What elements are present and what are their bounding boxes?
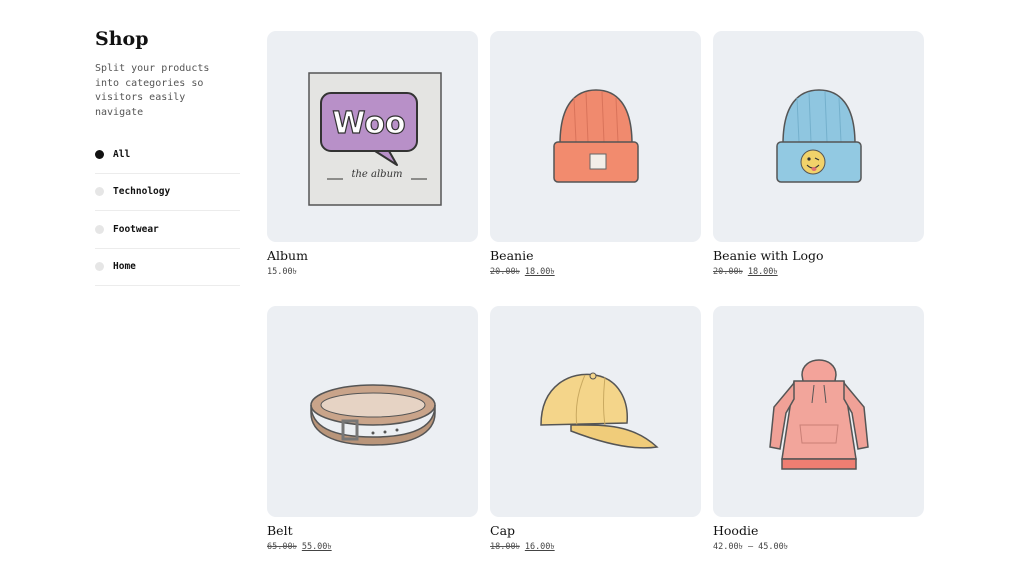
beanie-image-icon	[552, 88, 639, 183]
original-price: 18.00৳	[490, 542, 520, 552]
product-price: 18.00৳ 16.00৳	[490, 541, 701, 553]
product-price: 20.00৳ 18.00৳	[490, 266, 701, 278]
product-image-belt[interactable]	[267, 306, 478, 517]
product-image-beanie-with-logo[interactable]	[713, 31, 924, 242]
product-title[interactable]: Cap	[490, 523, 701, 539]
radio-dot-icon	[95, 262, 104, 272]
svg-text:Woo: Woo	[332, 106, 405, 141]
product-card-hoodie: Hoodie 42.00৳ – 45.00৳	[713, 306, 924, 553]
product-card-cap: Cap 18.00৳ 16.00৳	[490, 306, 701, 553]
beanie-logo-image-icon	[775, 88, 862, 183]
category-item-footwear[interactable]: Footwear	[95, 211, 240, 249]
product-price: 65.00৳ 55.00৳	[267, 541, 478, 553]
sidebar: Shop Split your products into categories…	[95, 28, 240, 286]
price: 15.00৳	[267, 267, 297, 277]
product-title[interactable]: Belt	[267, 523, 478, 539]
radio-dot-icon	[95, 187, 104, 197]
radio-dot-icon	[95, 224, 104, 234]
category-list: All Technology Footwear Home	[95, 136, 240, 286]
product-card-belt: Belt 65.00৳ 55.00৳	[267, 306, 478, 553]
product-card-beanie-with-logo: Beanie with Logo 20.00৳ 18.00৳	[713, 31, 924, 278]
original-price: 20.00৳	[490, 267, 520, 277]
sale-price: 16.00৳	[524, 542, 555, 552]
cap-image-icon	[539, 372, 659, 449]
product-card-beanie: Beanie 20.00৳ 18.00৳	[490, 31, 701, 278]
product-card-album: Woo the album Album 15.00৳	[267, 31, 478, 278]
product-image-hoodie[interactable]	[713, 306, 924, 517]
product-title[interactable]: Hoodie	[713, 523, 924, 539]
sale-price: 18.00৳	[524, 267, 555, 277]
category-label: Home	[113, 261, 136, 273]
sale-price: 55.00৳	[301, 542, 332, 552]
price-range: 42.00৳ – 45.00৳	[713, 542, 788, 552]
product-price: 42.00৳ – 45.00৳	[713, 541, 924, 553]
belt-image-icon	[309, 383, 436, 446]
category-item-home[interactable]: Home	[95, 249, 240, 286]
hoodie-image-icon	[768, 358, 869, 470]
album-image-icon: Woo the album	[307, 71, 442, 206]
original-price: 20.00৳	[713, 267, 743, 277]
product-title[interactable]: Beanie	[490, 248, 701, 264]
category-item-all[interactable]: All	[95, 136, 240, 174]
product-image-album[interactable]: Woo the album	[267, 31, 478, 242]
product-price: 15.00৳	[267, 266, 478, 278]
product-image-cap[interactable]	[490, 306, 701, 517]
product-price: 20.00৳ 18.00৳	[713, 266, 924, 278]
product-title[interactable]: Album	[267, 248, 478, 264]
category-label: Footwear	[113, 223, 159, 235]
page-title: Shop	[95, 28, 149, 50]
sale-price: 18.00৳	[747, 267, 778, 277]
radio-dot-icon	[95, 149, 104, 159]
category-label: Technology	[113, 186, 171, 198]
svg-text:the album: the album	[351, 169, 402, 180]
category-item-technology[interactable]: Technology	[95, 174, 240, 211]
category-label: All	[113, 148, 131, 160]
original-price: 65.00৳	[267, 542, 297, 552]
shop-description: Split your products into categories so v…	[95, 63, 210, 118]
product-image-beanie[interactable]	[490, 31, 701, 242]
product-title[interactable]: Beanie with Logo	[713, 248, 924, 264]
